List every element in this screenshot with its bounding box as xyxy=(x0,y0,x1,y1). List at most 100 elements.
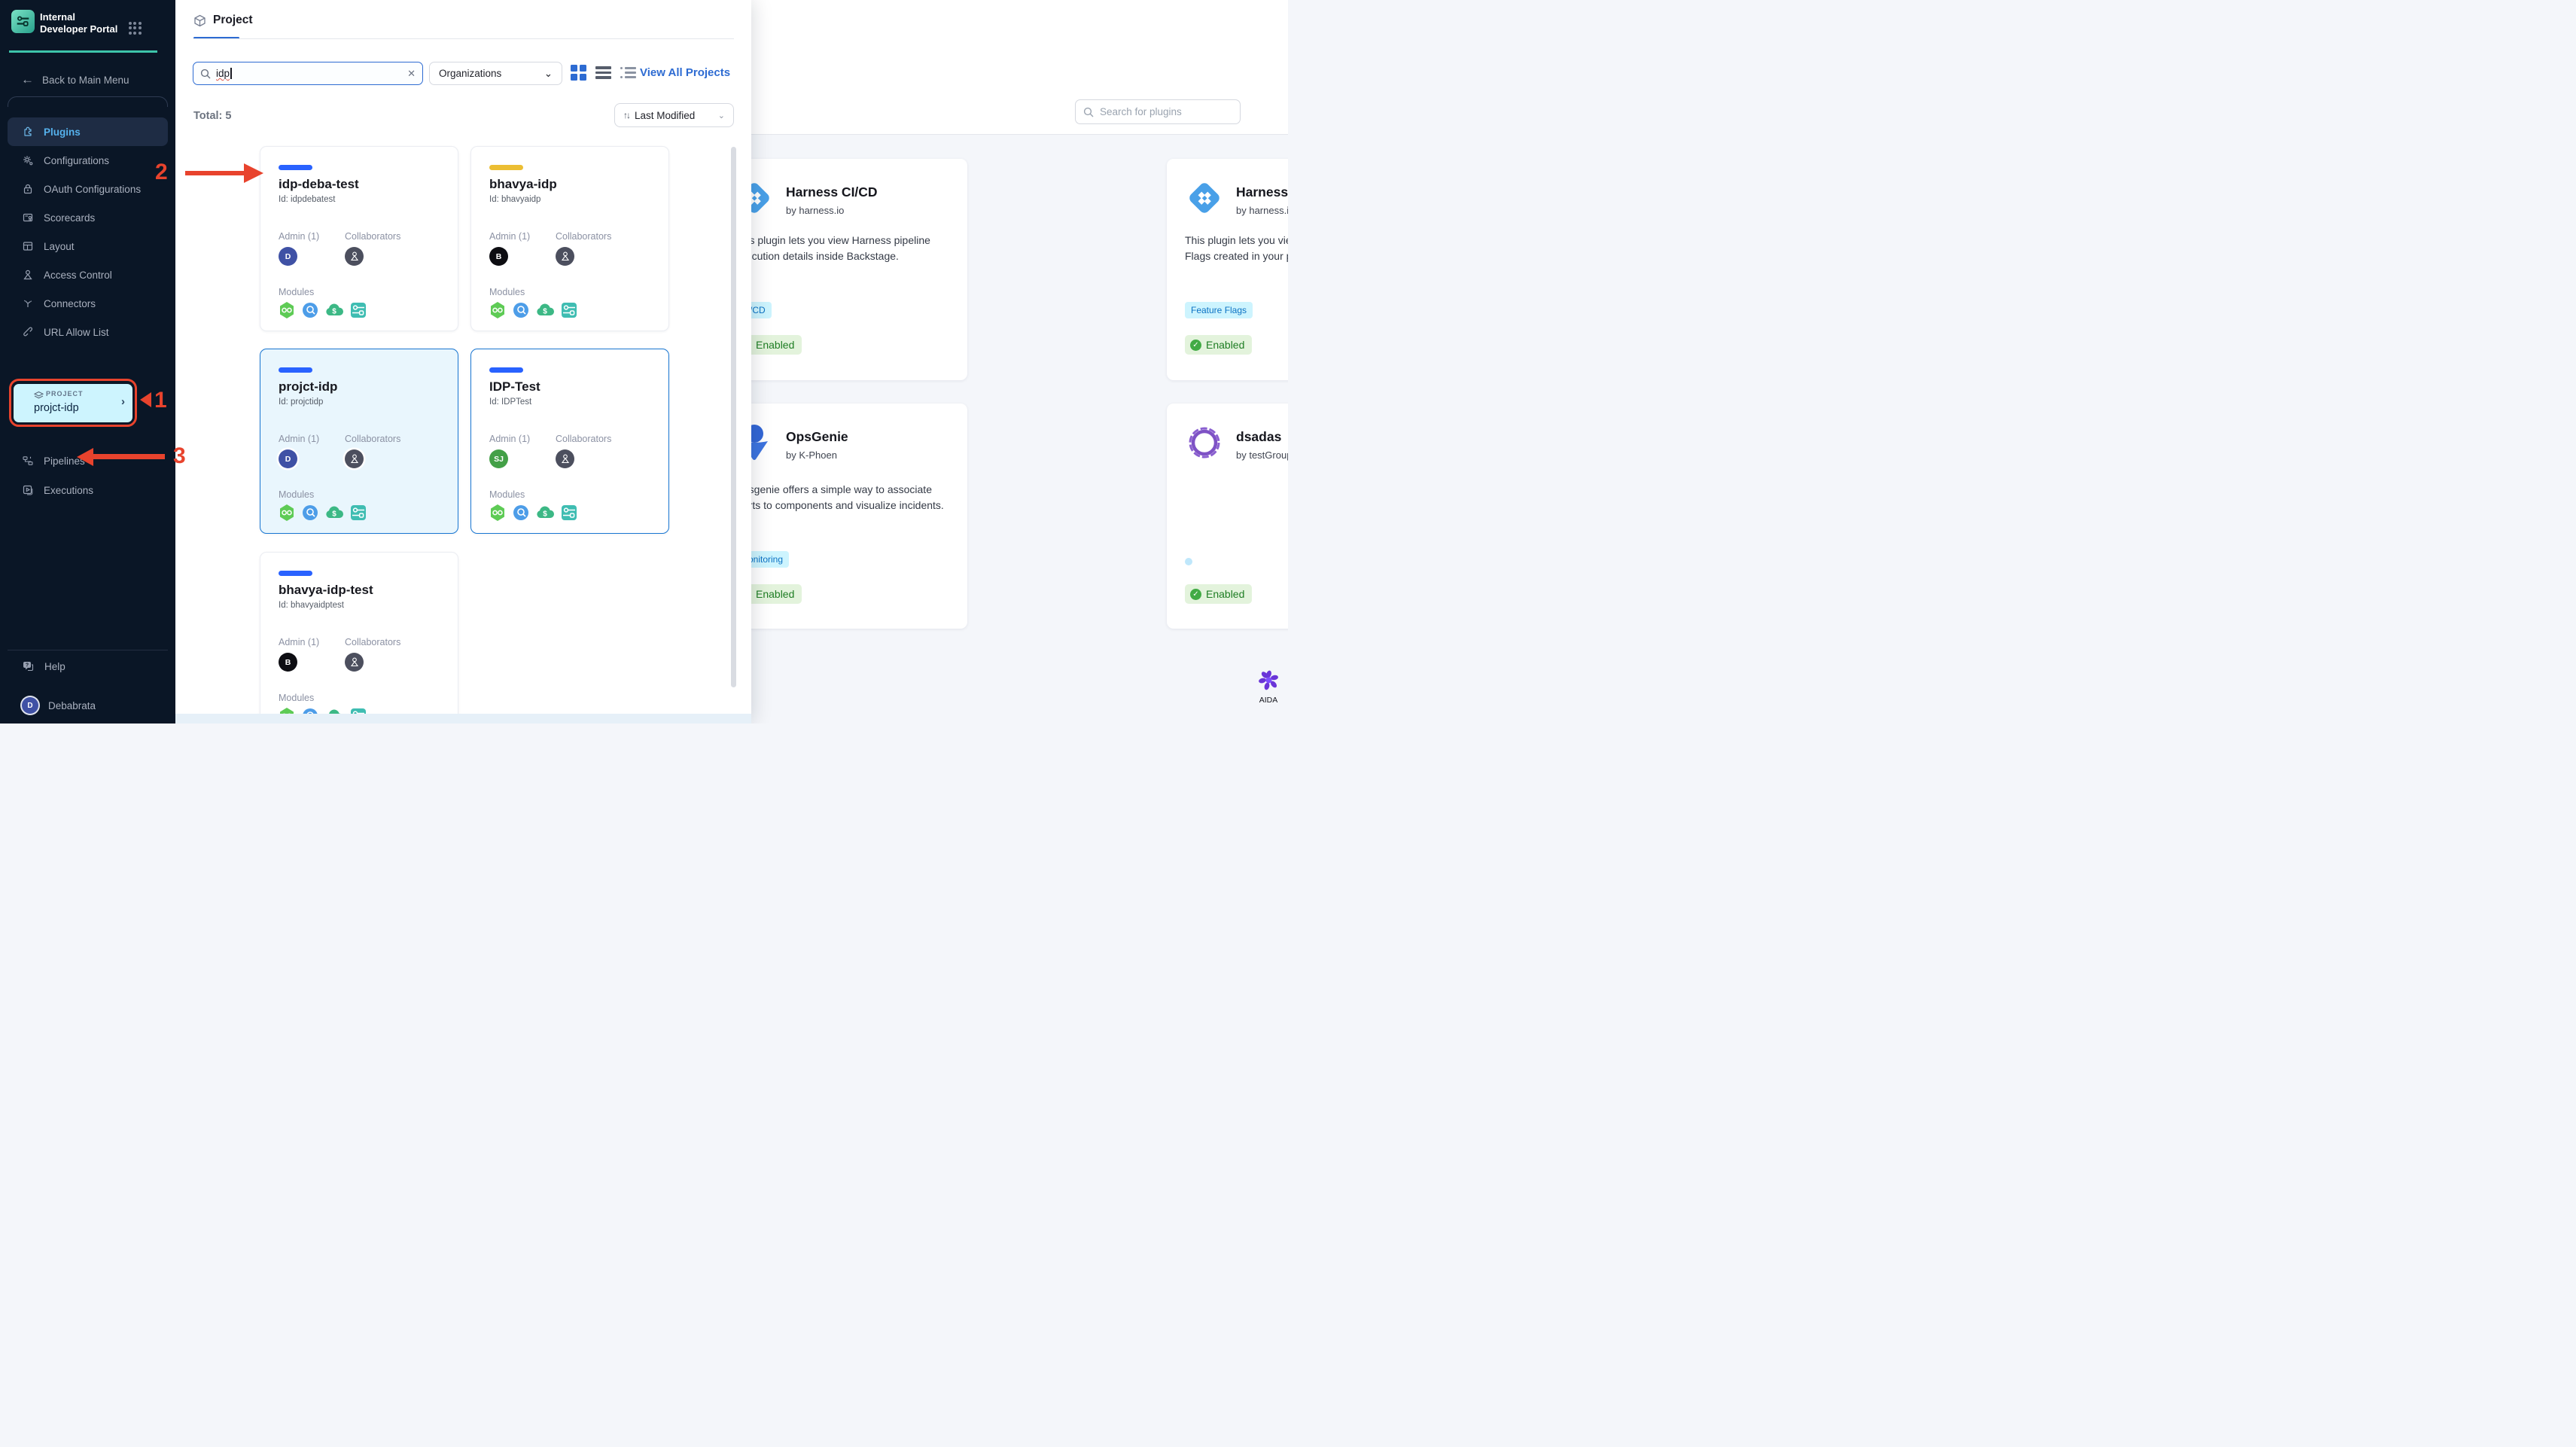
configurations-gear-icon xyxy=(23,156,33,166)
sidebar-item-url-allow-list[interactable]: URL Allow List xyxy=(8,318,168,346)
module-idp-icon xyxy=(351,505,366,520)
sort-dropdown-value: Last Modified xyxy=(635,109,696,121)
sidebar-item-label: Plugins xyxy=(44,126,81,138)
grid-view-icon[interactable] xyxy=(571,65,586,81)
aida-flower-icon xyxy=(1258,670,1278,690)
cube-icon xyxy=(194,14,206,26)
card-color-bar xyxy=(489,367,523,373)
admin-avatar: SJ xyxy=(489,449,508,468)
collaborators-label: Collaborators xyxy=(556,434,612,444)
project-card-idp-test[interactable]: IDP-Test Id: IDPTest Admin (1) Collabora… xyxy=(470,349,669,534)
project-name: bhavya-idp-test xyxy=(279,583,373,597)
access-control-person-icon xyxy=(23,270,32,280)
collaborator-avatar xyxy=(345,449,364,468)
tab-project[interactable]: Project xyxy=(193,14,253,27)
module-ccm-icon: $ xyxy=(537,303,554,316)
modules-label: Modules xyxy=(279,287,315,297)
aida-label: AIDA xyxy=(1259,696,1278,705)
sidebar-item-oauth-configurations[interactable]: OAuth Configurations xyxy=(8,175,168,203)
plugin-card-harness-cicd[interactable]: Harness CI/CD by harness.io This plugin … xyxy=(717,159,967,380)
project-id: Id: IDPTest xyxy=(489,398,532,407)
search-icon xyxy=(1083,107,1094,117)
project-card-bhavya-idp-test[interactable]: bhavya-idp-test Id: bhavyaidptest Admin … xyxy=(260,552,458,724)
sidebar-item-plugins[interactable]: Plugins xyxy=(8,117,168,146)
project-search-input[interactable]: idp ✕ xyxy=(193,62,423,85)
idp-logo-icon xyxy=(11,10,35,33)
list-view-icon[interactable] xyxy=(595,65,611,81)
sidebar-item-scorecards[interactable]: Scorecards xyxy=(8,203,168,232)
sidebar-item-label: OAuth Configurations xyxy=(44,183,142,195)
project-card-bhavya-idp[interactable]: bhavya-idp Id: bhavyaidp Admin (1) Colla… xyxy=(470,146,669,331)
dsadas-logo-icon xyxy=(1189,427,1220,458)
project-card-idp-deba-test[interactable]: idp-deba-test Id: idpdebatest Admin (1) … xyxy=(260,146,458,331)
plugin-title: Harness Feature Flags xyxy=(1236,184,1288,200)
admin-label: Admin (1) xyxy=(279,434,320,444)
sidebar-item-layout[interactable]: Layout xyxy=(8,232,168,260)
plugin-author: by harness.io xyxy=(786,205,845,216)
tab-divider xyxy=(193,38,734,39)
sidebar-item-access-control[interactable]: Access Control xyxy=(8,260,168,289)
sidebar-item-label: Access Control xyxy=(44,269,112,281)
collaborator-avatar xyxy=(345,247,364,266)
apps-grid-icon[interactable] xyxy=(129,22,142,35)
user-name: Debabrata xyxy=(48,699,96,711)
app-title: Internal Developer Portal xyxy=(40,11,118,35)
modules-label: Modules xyxy=(279,489,315,500)
compact-list-view-icon[interactable] xyxy=(620,65,637,81)
sidebar-item-label: Configurations xyxy=(44,154,110,166)
sidebar-item-label: Help xyxy=(44,660,65,672)
pipelines-icon xyxy=(23,456,33,465)
help-chat-icon: ? xyxy=(23,662,34,672)
module-chaos-icon xyxy=(303,303,318,318)
plugin-title: dsadas xyxy=(1236,429,1282,444)
sidebar-item-help[interactable]: ? Help xyxy=(8,652,168,681)
annotation-number-2: 2 xyxy=(155,160,168,184)
project-search-value: idp xyxy=(216,68,230,79)
plugin-author: by harness.io xyxy=(1236,205,1288,216)
back-to-main-menu[interactable]: ← Back to Main Menu xyxy=(21,72,129,87)
person-icon xyxy=(350,454,358,464)
sidebar-item-executions[interactable]: Executions xyxy=(8,476,168,504)
user-menu[interactable]: D Debabrata xyxy=(8,691,168,720)
sidebar-item-configurations[interactable]: Configurations xyxy=(8,146,168,175)
sidebar: Internal Developer Portal ← Back to Main… xyxy=(0,0,175,724)
plugin-card-feature-flags[interactable]: Harness Feature Flags by harness.io This… xyxy=(1167,159,1288,380)
project-name: IDP-Test xyxy=(489,379,540,394)
collaborators-label: Collaborators xyxy=(345,434,401,444)
annotation-arrow-2-head xyxy=(244,163,263,183)
sidebar-item-connectors[interactable]: Connectors xyxy=(8,289,168,318)
module-ccm-icon: $ xyxy=(537,506,554,519)
collaborators-label: Collaborators xyxy=(556,231,612,242)
plugin-description: Opsgenie offers a simple way to associat… xyxy=(735,483,944,511)
organizations-dropdown-value: Organizations xyxy=(439,68,502,79)
module-icons-row: $ xyxy=(489,301,577,319)
sidebar-item-label: Connectors xyxy=(44,297,96,309)
avatar: D xyxy=(22,697,38,714)
project-selector-drawer: Project idp ✕ Organizations ⌄ View All P… xyxy=(175,0,751,724)
plugin-title: OpsGenie xyxy=(786,429,848,444)
drawer-scrollbar[interactable] xyxy=(731,147,736,687)
project-name: projct-idp xyxy=(279,379,338,394)
plugin-card-opsgenie[interactable]: OpsGenie by K-Phoen Opsgenie offers a si… xyxy=(717,404,967,629)
module-icons-row: $ xyxy=(279,301,367,319)
annotation-number-3: 3 xyxy=(173,443,186,468)
plugins-search-input[interactable]: Search for plugins xyxy=(1075,99,1241,124)
clear-search-icon[interactable]: ✕ xyxy=(407,68,416,80)
plugin-status-badge: ✓ Enabled xyxy=(1185,335,1253,355)
project-card-projct-idp[interactable]: projct-idp Id: projctidp Admin (1) Colla… xyxy=(260,349,458,534)
aida-assistant-button[interactable]: AIDA xyxy=(1251,670,1286,705)
svg-text:?: ? xyxy=(26,663,29,669)
svg-text:$: $ xyxy=(332,308,336,316)
view-all-projects-link[interactable]: View All Projects xyxy=(640,66,730,79)
admin-label: Admin (1) xyxy=(489,434,531,444)
collaborators-label: Collaborators xyxy=(345,637,401,647)
annotation-highlight-box-project-selector xyxy=(9,379,137,427)
connectors-icon xyxy=(24,300,32,307)
sort-dropdown[interactable]: ↑↓ Last Modified ⌄ xyxy=(614,103,734,127)
organizations-dropdown[interactable]: Organizations ⌄ xyxy=(429,62,562,85)
card-color-bar xyxy=(279,165,312,170)
plugin-card-dsadas[interactable]: dsadas by testGroupCreateSahiba ✓ Enable… xyxy=(1167,404,1288,629)
project-id: Id: projctidp xyxy=(279,398,324,407)
project-name: idp-deba-test xyxy=(279,177,359,191)
header-accent-line xyxy=(9,50,157,53)
